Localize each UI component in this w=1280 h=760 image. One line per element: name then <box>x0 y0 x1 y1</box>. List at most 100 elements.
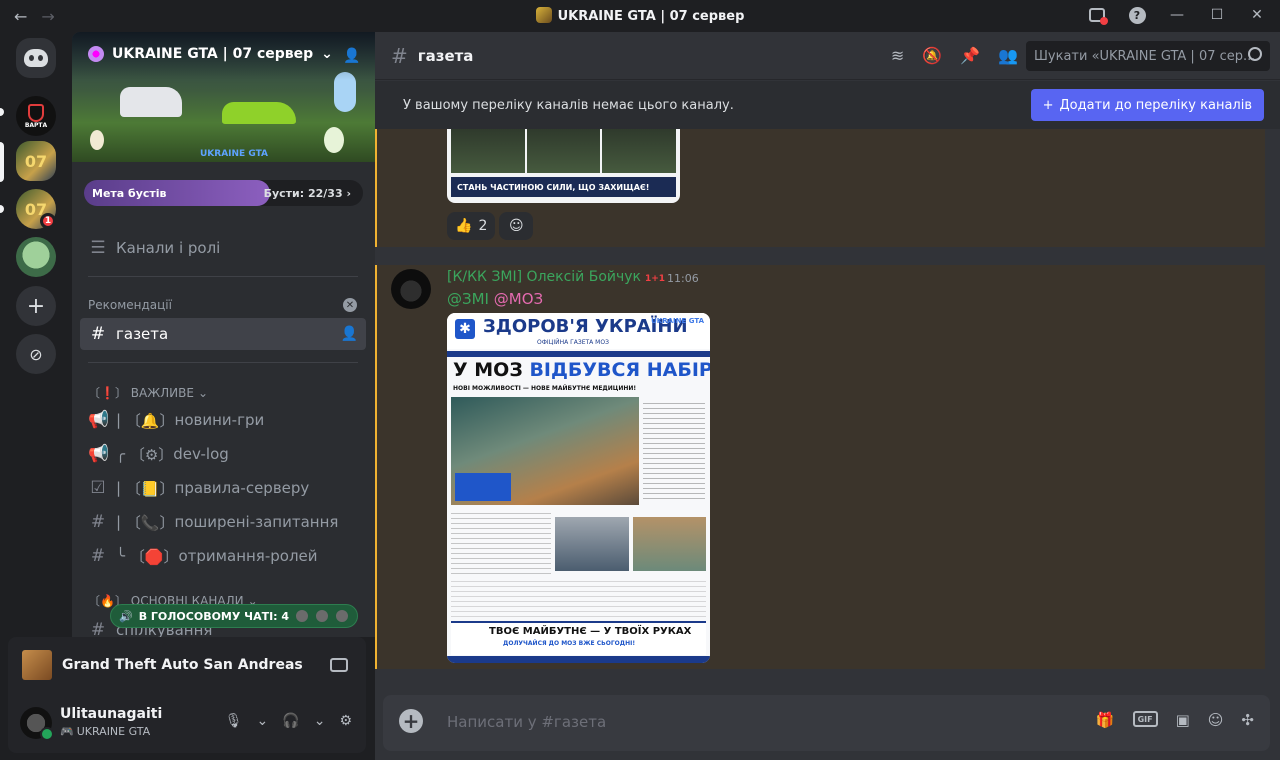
chevron-down-icon[interactable]: ⌄ <box>257 713 269 729</box>
search-icon <box>1248 47 1262 61</box>
server-frog[interactable] <box>16 237 56 277</box>
flower-icon <box>88 46 104 62</box>
plus-icon: + <box>1042 97 1054 113</box>
banner-car-white <box>120 87 182 117</box>
invite-icon[interactable]: 👤 <box>341 326 358 342</box>
apps-icon[interactable]: ✣ <box>1241 711 1254 729</box>
search-input[interactable]: Шукати «UKRAINE GTA | 07 сер... <box>1026 41 1270 71</box>
chevron-down-icon[interactable]: ⌄ <box>314 713 326 729</box>
pin-icon[interactable]: 📌 <box>960 46 980 65</box>
shield-icon <box>28 103 44 122</box>
megaphone-icon: 📢 <box>88 444 110 464</box>
emoji-icon[interactable]: ☺ <box>1208 711 1224 729</box>
voice-chat-pill[interactable]: 🔊 В ГОЛОСОВОМУ ЧАТІ: 4 <box>110 604 359 628</box>
avatar[interactable] <box>20 707 54 741</box>
close-button[interactable]: ✕ <box>1248 6 1266 24</box>
newspaper-image[interactable]: ✱ ЗДОРОВ'Я УКРАЇНИ ОФІЦІЙНА ГАЗЕТА МОЗ U… <box>447 313 710 663</box>
role-mention[interactable]: @МОЗ <box>494 290 543 308</box>
banner-logo: UKRAINE GTA <box>200 149 268 159</box>
newspaper-photo <box>451 397 639 505</box>
megaphone-icon: 📢 <box>88 410 110 430</box>
message-composer[interactable]: + Написати у #газета 🎁 GIF ▣ ☺ ✣ <box>383 695 1270 751</box>
message-text: @ЗМІ @МОЗ <box>447 290 543 308</box>
add-reaction-button[interactable]: ☺ <box>499 212 534 240</box>
chevron-down-icon: ⌄ <box>197 385 209 400</box>
medical-star-icon: ✱ <box>455 319 475 339</box>
minimize-button[interactable]: — <box>1168 6 1186 24</box>
window-controls: ? — ☐ ✕ <box>1088 6 1266 25</box>
hash-icon: # <box>90 546 106 566</box>
role-mention[interactable]: @ЗМІ <box>447 290 489 308</box>
threads-icon[interactable]: ≋ <box>891 46 904 65</box>
unread-indicator <box>0 108 4 116</box>
invite-people-icon[interactable]: 👤 <box>343 48 361 66</box>
gear-icon[interactable]: ⚙ <box>339 713 352 729</box>
composer-tools: 🎁 GIF ▣ ☺ ✣ <box>1096 711 1254 729</box>
gift-icon[interactable]: 🎁 <box>1096 711 1115 729</box>
help-icon[interactable]: ? <box>1128 6 1146 24</box>
boost-goal-bar[interactable]: Мета бустів Бусти: 22/33 › <box>84 180 363 206</box>
message-input[interactable]: Написати у #газета <box>447 713 606 731</box>
screen-share-icon[interactable] <box>330 658 348 672</box>
gamepad-icon: 🎮 <box>60 725 74 738</box>
hash-icon: # <box>90 512 106 532</box>
channels-and-roles[interactable]: ☰ Канали і ролі <box>80 232 366 264</box>
gif-button[interactable]: GIF <box>1132 711 1158 727</box>
reaction-thumbs-up[interactable]: 👍 2 <box>447 212 496 240</box>
avatar[interactable] <box>391 269 431 309</box>
section-important[interactable]: 〔❗〕 ВАЖЛИВЕ ⌄ <box>88 384 208 401</box>
bell-muted-icon[interactable]: 🔕 <box>922 46 942 65</box>
server-name-dropdown[interactable]: UKRAINE GTA | 07 сервер ⌄ <box>88 46 333 62</box>
hash-icon: # <box>90 620 106 637</box>
reactions: 👍 2 ☺ <box>447 212 534 240</box>
server-banner: UKRAINE GTA UKRAINE GTA | 07 сервер ⌄ 👤 <box>72 32 375 162</box>
unread-indicator <box>0 205 4 213</box>
avatar <box>335 609 350 623</box>
author-tag: 1+1 <box>645 274 666 284</box>
add-server-button[interactable]: + <box>16 286 56 326</box>
inbox-icon[interactable] <box>1088 6 1108 25</box>
smile-icon: ☺ <box>509 218 524 234</box>
headphones-icon[interactable]: 🎧 <box>282 713 299 729</box>
mention-badge: 1 <box>40 213 56 229</box>
microphone-icon[interactable]: 🎙 <box>225 713 243 729</box>
banner-egg <box>324 127 344 153</box>
channel-dev-log[interactable]: 📢 ╭ 〔⚙〕 dev-log <box>80 438 366 470</box>
selected-indicator <box>0 142 4 182</box>
channel-get-roles[interactable]: # ╰ 〔🛑〕 отримання-ролей <box>80 540 366 572</box>
discord-home-button[interactable] <box>16 38 56 78</box>
speaker-icon: 🔊 <box>119 609 133 623</box>
channel-notice: У вашому переліку каналів немає цього ка… <box>375 81 1280 129</box>
maximize-button[interactable]: ☐ <box>1208 6 1226 24</box>
activity-panel[interactable]: Grand Theft Auto San Andreas <box>8 637 366 693</box>
server-ukraine-gta-07[interactable]: 07 <box>16 141 56 181</box>
chat-area: # газета ≋ 🔕 📌 👥 Шукати «UKRAINE GTA | 0… <box>375 32 1280 760</box>
message-image[interactable]: СТАНЬ ЧАСТИНОЮ СИЛИ, ЩО ЗАХИЩАЄ! <box>447 129 680 203</box>
channel-faq[interactable]: # | 〔📞〕 поширені-запитання <box>80 506 366 538</box>
members-icon[interactable]: 👥 <box>998 46 1018 65</box>
avatar <box>315 609 330 623</box>
avatar <box>295 609 310 623</box>
server-varta[interactable]: ВАРТА <box>16 96 56 136</box>
banner-egg <box>90 130 104 150</box>
upload-plus-button[interactable]: + <box>399 709 423 733</box>
server-rail: ВАРТА 07 07 1 + ⊘ <box>0 32 72 637</box>
discord-icon <box>24 49 48 67</box>
channel-header: # газета ≋ 🔕 📌 👥 Шукати «UKRAINE GTA | 0… <box>375 32 1280 80</box>
message-list: СТАНЬ ЧАСТИНОЮ СИЛИ, ЩО ЗАХИЩАЄ! 👍 2 ☺ [… <box>375 129 1280 702</box>
sticker-icon[interactable]: ▣ <box>1176 711 1190 729</box>
explore-servers-button[interactable]: ⊘ <box>16 334 56 374</box>
channel-gazeta[interactable]: # газета 👤 <box>80 318 366 350</box>
newspaper-footer: ТВОЄ МАЙБУТНЄ — У ТВОЇХ РУКАХ ДОЛУЧАЙСЯ … <box>451 621 706 655</box>
chevron-down-icon: ⌄ <box>321 46 333 62</box>
newspaper-headline: У МОЗ ВІДБУВСЯ НАБІР! <box>453 359 710 381</box>
channel-news[interactable]: 📢 | 〔🔔〕 новини-гри <box>80 404 366 436</box>
message-author[interactable]: [К/КК ЗМІ] Олексій Бойчук 1+1 <box>447 269 665 285</box>
channel-rules[interactable]: ☑ | 〔📒〕 правила-серверу <box>80 472 366 504</box>
list-search-icon: ☰ <box>90 238 106 258</box>
hash-icon: # <box>90 324 106 344</box>
boost-count: Бусти: 22/33 › <box>263 186 351 200</box>
close-icon[interactable]: ✕ <box>343 298 357 312</box>
game-icon <box>22 650 52 680</box>
add-to-channel-list-button[interactable]: + Додати до переліку каналів <box>1030 89 1264 121</box>
